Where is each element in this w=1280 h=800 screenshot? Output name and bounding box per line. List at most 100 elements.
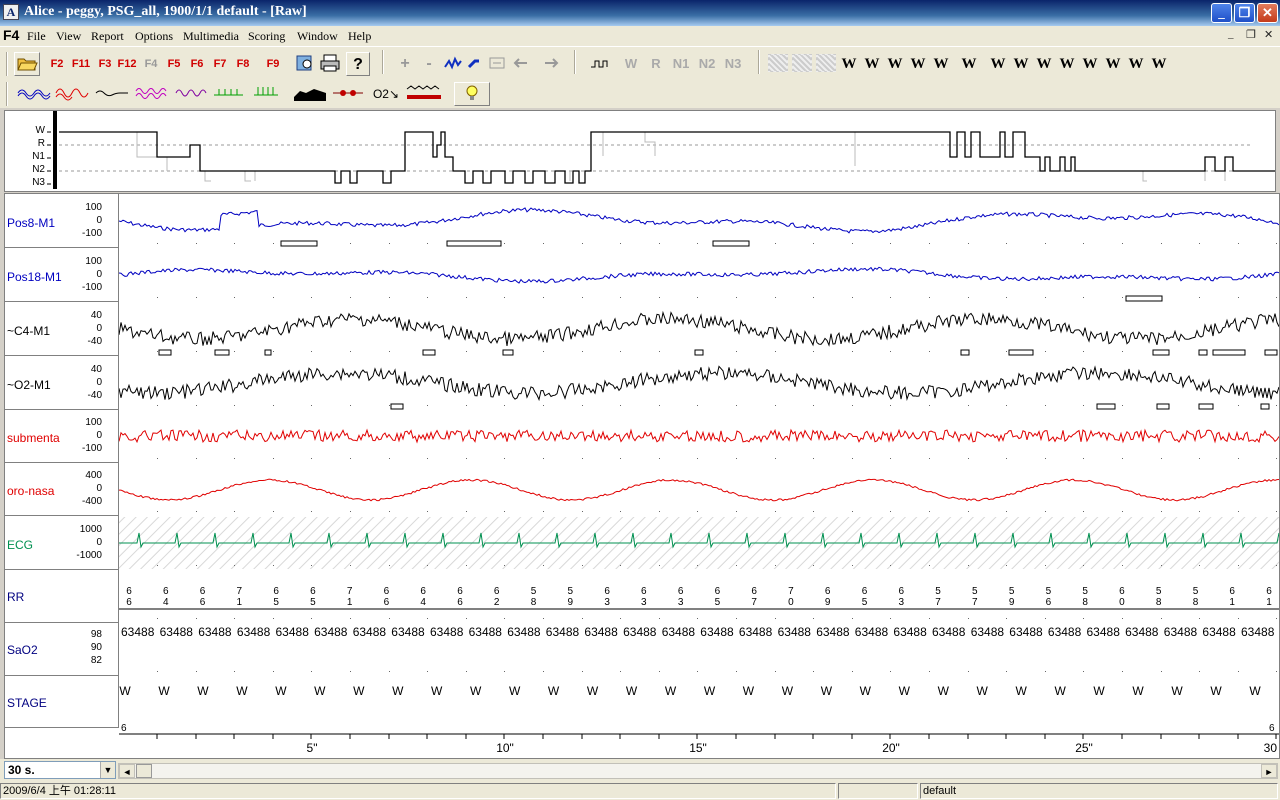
channel-label-oronasal[interactable]: oro-nasa 400 0 -400 (5, 463, 119, 516)
green-ecg-icon[interactable] (212, 82, 248, 106)
f3-button[interactable]: F3 (94, 52, 116, 76)
magenta-wave-icon[interactable] (134, 82, 170, 106)
grid-dot (736, 618, 737, 619)
mdi-close-button[interactable]: ✕ (1264, 28, 1273, 41)
stage-n3-button[interactable]: N3 (721, 52, 745, 76)
channel-label-pos18[interactable]: Pos18-M1 100 0 -100 (5, 248, 119, 302)
f6-button[interactable]: F6 (186, 52, 208, 76)
lightbulb-icon[interactable] (454, 82, 490, 106)
pattern-3-icon[interactable] (816, 54, 836, 72)
channel-label-o2[interactable]: ~O2-M1 40 0 -40 (5, 356, 119, 410)
channel-name: submenta (7, 431, 60, 445)
stage-w-button[interactable]: W (620, 52, 642, 76)
event-marker-icon[interactable] (330, 82, 366, 106)
grid-dot (582, 351, 583, 352)
w-button[interactable]: W (838, 52, 860, 76)
w-button[interactable]: W (861, 52, 883, 76)
channel-label-rr[interactable]: RR (5, 570, 119, 623)
w-button[interactable]: W (1056, 52, 1078, 76)
preview-icon[interactable] (293, 52, 317, 76)
menu-report[interactable]: Report (91, 29, 124, 44)
channel-label-submenta[interactable]: submenta 100 0 -100 (5, 410, 119, 463)
stage-value: W (236, 684, 248, 698)
minimize-button[interactable]: _ (1211, 3, 1232, 23)
scroll-thumb[interactable] (136, 764, 152, 778)
f12-button[interactable]: F12 (116, 52, 138, 76)
hypnogram-panel[interactable]: W R N1 N2 N3 (4, 110, 1276, 192)
w-button[interactable]: W (1148, 52, 1170, 76)
menu-multimedia[interactable]: Multimedia (183, 29, 239, 44)
w-button[interactable]: W (1033, 52, 1055, 76)
stage-n2-button[interactable]: N2 (695, 52, 719, 76)
grid-dot (350, 243, 351, 244)
f4-button[interactable]: F4 (140, 52, 162, 76)
w-button[interactable]: W (884, 52, 906, 76)
black-wave-icon[interactable] (94, 82, 130, 106)
expand-icon[interactable] (464, 52, 486, 76)
w-button[interactable]: W (987, 52, 1009, 76)
o2-desat-button[interactable]: O2↘ (370, 82, 402, 106)
signal-chart-area[interactable]: Pos8-M1 100 0 -100 Pos18-M1 100 0 -100 ~… (4, 193, 1280, 759)
f7-button[interactable]: F7 (209, 52, 231, 76)
stage-r-button[interactable]: R (645, 52, 667, 76)
arrow-right-icon[interactable] (540, 52, 562, 76)
scroll-right-icon[interactable]: ► (1261, 764, 1277, 778)
f2-button[interactable]: F2 (46, 52, 68, 76)
grid-dot (813, 618, 814, 619)
red-wave-icon[interactable] (54, 82, 90, 106)
close-button[interactable]: ✕ (1257, 3, 1278, 23)
zoom-in-button[interactable]: + (394, 52, 416, 76)
f5-button[interactable]: F5 (163, 52, 185, 76)
stage-n1-button[interactable]: N1 (669, 52, 693, 76)
arousal-icon[interactable] (404, 82, 444, 106)
open-folder-icon[interactable] (14, 52, 40, 76)
w-button[interactable]: W (907, 52, 929, 76)
f8-button[interactable]: F8 (232, 52, 254, 76)
grid-dot (1083, 565, 1084, 566)
epoch-length-select[interactable]: 30 s. ▼ (4, 761, 116, 779)
channel-label-sao2[interactable]: SaO2 98 90 82 (5, 623, 119, 676)
channel-label-ecg[interactable]: ECG 1000 0 -1000 (5, 516, 119, 570)
compress-icon[interactable] (442, 52, 464, 76)
w-button[interactable]: W (1125, 52, 1147, 76)
menu-options[interactable]: Options (135, 29, 173, 44)
green-ecg-2-icon[interactable] (252, 82, 288, 106)
w-button[interactable]: W (1079, 52, 1101, 76)
purple-wave-icon[interactable] (174, 82, 210, 106)
menu-scoring[interactable]: Scoring (248, 29, 285, 44)
menu-window[interactable]: Window (297, 29, 338, 44)
chevron-down-icon[interactable]: ▼ (100, 762, 115, 778)
w-button[interactable]: W (1102, 52, 1124, 76)
w-button[interactable]: W (930, 52, 952, 76)
horizontal-scrollbar[interactable]: ◄ ► (118, 763, 1278, 779)
w-button[interactable]: W (958, 52, 980, 76)
menu-view[interactable]: View (56, 29, 81, 44)
help-icon[interactable]: ? (346, 52, 370, 76)
stage-value: W (470, 684, 482, 698)
pattern-2-icon[interactable] (792, 54, 812, 72)
channel-label-c4[interactable]: ~C4-M1 40 0 -40 (5, 302, 119, 356)
print-icon[interactable] (318, 52, 342, 76)
f9-button[interactable]: F9 (262, 52, 284, 76)
menu-file[interactable]: File (27, 29, 46, 44)
blue-wave-icon[interactable] (16, 82, 52, 106)
arrow-left-icon[interactable] (510, 52, 532, 76)
maximize-button[interactable]: ❐ (1234, 3, 1255, 23)
scroll-left-icon[interactable]: ◄ (119, 764, 135, 778)
app-icon[interactable]: A (3, 4, 19, 20)
mdi-restore-button[interactable]: ❐ (1246, 28, 1256, 41)
w-button[interactable]: W (1010, 52, 1032, 76)
menu-help[interactable]: Help (348, 29, 371, 44)
mdi-minimize-button[interactable]: _ (1228, 28, 1234, 40)
grid-dot (1045, 297, 1046, 298)
channel-label-pos8[interactable]: Pos8-M1 100 0 -100 (5, 194, 119, 248)
envelope-icon[interactable] (292, 82, 328, 106)
f11-button[interactable]: F11 (70, 52, 92, 76)
zoom-out-button[interactable]: - (418, 52, 440, 76)
pattern-1-icon[interactable] (768, 54, 788, 72)
window-icon[interactable] (486, 52, 508, 76)
grid-dot (157, 405, 158, 406)
channel-label-stage[interactable]: STAGE (5, 676, 119, 728)
oronasal-trace (119, 478, 1279, 502)
hypnogram-icon[interactable] (588, 52, 612, 76)
